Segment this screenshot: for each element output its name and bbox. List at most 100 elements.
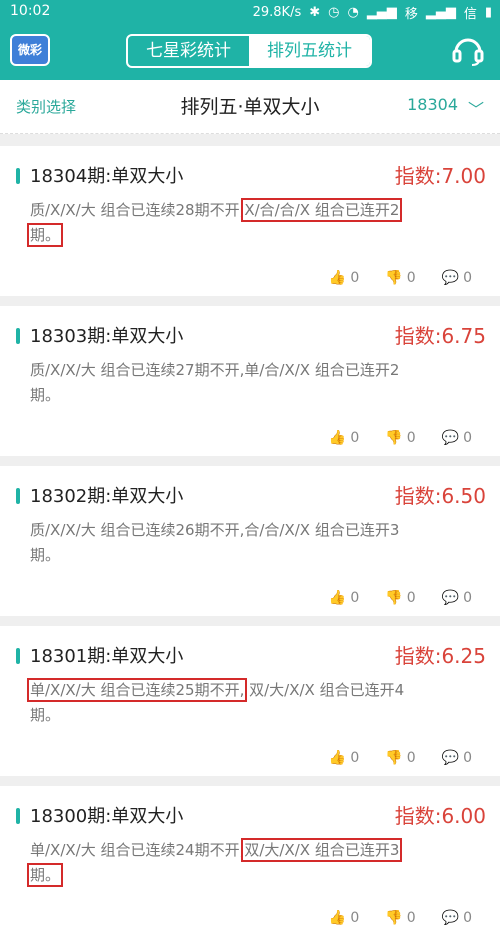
desc-part-c: 期。 [26,863,64,887]
dislike-count: 0 [406,590,416,606]
item-title: 18300期:单双大小 [30,806,184,827]
item-title: 18304期:单双大小 [30,166,184,187]
item-title: 18301期:单双大小 [30,646,184,667]
comment-button[interactable]: 💬 0 [442,750,472,766]
chevron-down-icon[interactable]: ﹀ [468,96,484,120]
desc-part-a: 单/X/X/大 组合已连续25期不开, [26,678,248,702]
status-bar: 10:02 29.8K/s ✱ ◷ ◔ ▂▄▆ 移 ▂▄▆ 信 ▮ [0,0,500,24]
battery-icon: ▮ [484,5,492,20]
customer-service-icon[interactable] [450,32,486,68]
thumbs-up-icon: 👍 [328,270,347,286]
comment-icon: 💬 [441,750,460,766]
thumbs-down-icon: 👎 [385,750,403,766]
like-button[interactable]: 👍 0 [329,430,359,446]
desc-part-a: 质/X/X/大 组合已连续27期不开, [30,361,245,379]
comment-button[interactable]: 💬 0 [442,430,472,446]
dislike-count: 0 [406,430,416,446]
thumbs-up-icon: 👍 [328,750,347,766]
item-description: 质/X/X/大 组合已连续28期不开,X/合/合/X 组合已连开2 期。 [26,198,486,248]
accent-bar [16,808,20,824]
like-count: 0 [350,430,360,446]
thumbs-up-icon: 👍 [328,430,347,446]
app-logo[interactable]: 微彩 [10,34,50,66]
bluetooth-icon: ✱ [309,5,321,20]
list-item[interactable]: 18301期:单双大小 指数:6.25 单/X/X/大 组合已连续25期不开, … [0,626,500,776]
thumbs-down-icon: 👎 [385,270,403,286]
accent-bar [16,488,20,504]
status-time: 10:02 [10,3,51,19]
stats-tabs: 七星彩统计 排列五统计 [126,34,372,68]
dislike-button[interactable]: 👎 0 [385,430,415,446]
item-actions: 👍 0 👎 0 💬 0 [329,910,472,926]
list-item[interactable]: 18302期:单双大小 指数:6.50 质/X/X/大 组合已连续26期不开,合… [0,466,500,616]
comment-count: 0 [463,910,472,926]
dislike-button[interactable]: 👎 0 [385,750,415,766]
carrier-label: 移 [404,7,418,22]
item-title: 18302期:单双大小 [30,486,184,507]
desc-part-b: 双/大/X/X 组合已连开4 [249,681,405,699]
item-title: 18303期:单双大小 [30,326,184,347]
list-item[interactable]: 18303期:单双大小 指数:6.75 质/X/X/大 组合已连续27期不开,单… [0,306,500,456]
list-item[interactable]: 18304期:单双大小 指数:7.00 质/X/X/大 组合已连续28期不开,X… [0,146,500,296]
item-description: 质/X/X/大 组合已连续26期不开,合/合/X/X 组合已连开3 期。 [30,518,486,568]
item-description: 单/X/X/大 组合已连续25期不开, 双/大/X/X 组合已连开4 期。 [26,678,486,728]
comment-icon: 💬 [441,910,460,926]
comment-icon: 💬 [441,270,460,286]
like-button[interactable]: 👍 0 [329,750,359,766]
thumbs-down-icon: 👎 [385,590,403,606]
desc-part-b: 双/大/X/X 组合已连开3 [241,838,403,862]
item-index: 指数:6.25 [394,644,486,668]
dislike-count: 0 [406,910,416,926]
accent-bar [16,168,20,184]
like-button[interactable]: 👍 0 [329,270,359,286]
list-item[interactable]: 18300期:单双大小 指数:6.00 单/X/X/大 组合已连续24期不开,双… [0,786,500,932]
issue-select[interactable]: 18304 [407,95,458,114]
dislike-count: 0 [406,270,416,286]
wifi-icon: ◔ [347,5,359,20]
thumbs-up-icon: 👍 [328,910,347,926]
item-actions: 👍 0 👎 0 💬 0 [329,270,472,286]
carrier-label-2: 信 [463,7,477,22]
comment-count: 0 [463,270,472,286]
desc-part-a: 单/X/X/大 组合已连续24期不开, [30,841,245,859]
app-header: 10:02 29.8K/s ✱ ◷ ◔ ▂▄▆ 移 ▂▄▆ 信 ▮ 微彩 七星彩… [0,0,500,80]
like-button[interactable]: 👍 0 [329,910,359,926]
item-description: 质/X/X/大 组合已连续27期不开,单/合/X/X 组合已连开2 期。 [30,358,486,408]
tab-qixingcai[interactable]: 七星彩统计 [128,36,249,66]
signal-icon: ▂▄▆ [366,5,397,20]
thumbs-down-icon: 👎 [385,910,403,926]
like-count: 0 [350,590,360,606]
comment-count: 0 [463,430,472,446]
network-speed: 29.8K/s [252,5,302,20]
comment-icon: 💬 [441,430,460,446]
alarm-icon: ◷ [328,5,340,20]
like-button[interactable]: 👍 0 [329,590,359,606]
filter-bar: 类别选择 排列五·单双大小 18304 ﹀ [0,80,500,134]
comment-button[interactable]: 💬 0 [442,910,472,926]
item-actions: 👍 0 👎 0 💬 0 [329,430,472,446]
item-index: 指数:6.00 [394,804,486,828]
item-index: 指数:7.00 [394,164,486,188]
desc-part-a: 质/X/X/大 组合已连续26期不开, [30,521,245,539]
item-index: 指数:6.75 [394,324,486,348]
dislike-button[interactable]: 👎 0 [385,270,415,286]
item-description: 单/X/X/大 组合已连续24期不开,双/大/X/X 组合已连开3 期。 [26,838,486,888]
desc-part-c: 期。 [30,706,61,724]
like-count: 0 [350,270,360,286]
comment-button[interactable]: 💬 0 [442,590,472,606]
item-actions: 👍 0 👎 0 💬 0 [329,590,472,606]
desc-part-c: 期。 [30,386,61,404]
thumbs-down-icon: 👎 [385,430,403,446]
comment-button[interactable]: 💬 0 [442,270,472,286]
desc-part-a: 质/X/X/大 组合已连续28期不开, [30,201,245,219]
like-count: 0 [350,750,360,766]
item-actions: 👍 0 👎 0 💬 0 [329,750,472,766]
item-index: 指数:6.50 [394,484,486,508]
thumbs-up-icon: 👍 [328,590,347,606]
dislike-button[interactable]: 👎 0 [385,590,415,606]
accent-bar [16,648,20,664]
comment-count: 0 [463,590,472,606]
desc-part-c: 期。 [30,546,61,564]
tab-pailiewu[interactable]: 排列五统计 [249,36,370,66]
dislike-button[interactable]: 👎 0 [385,910,415,926]
